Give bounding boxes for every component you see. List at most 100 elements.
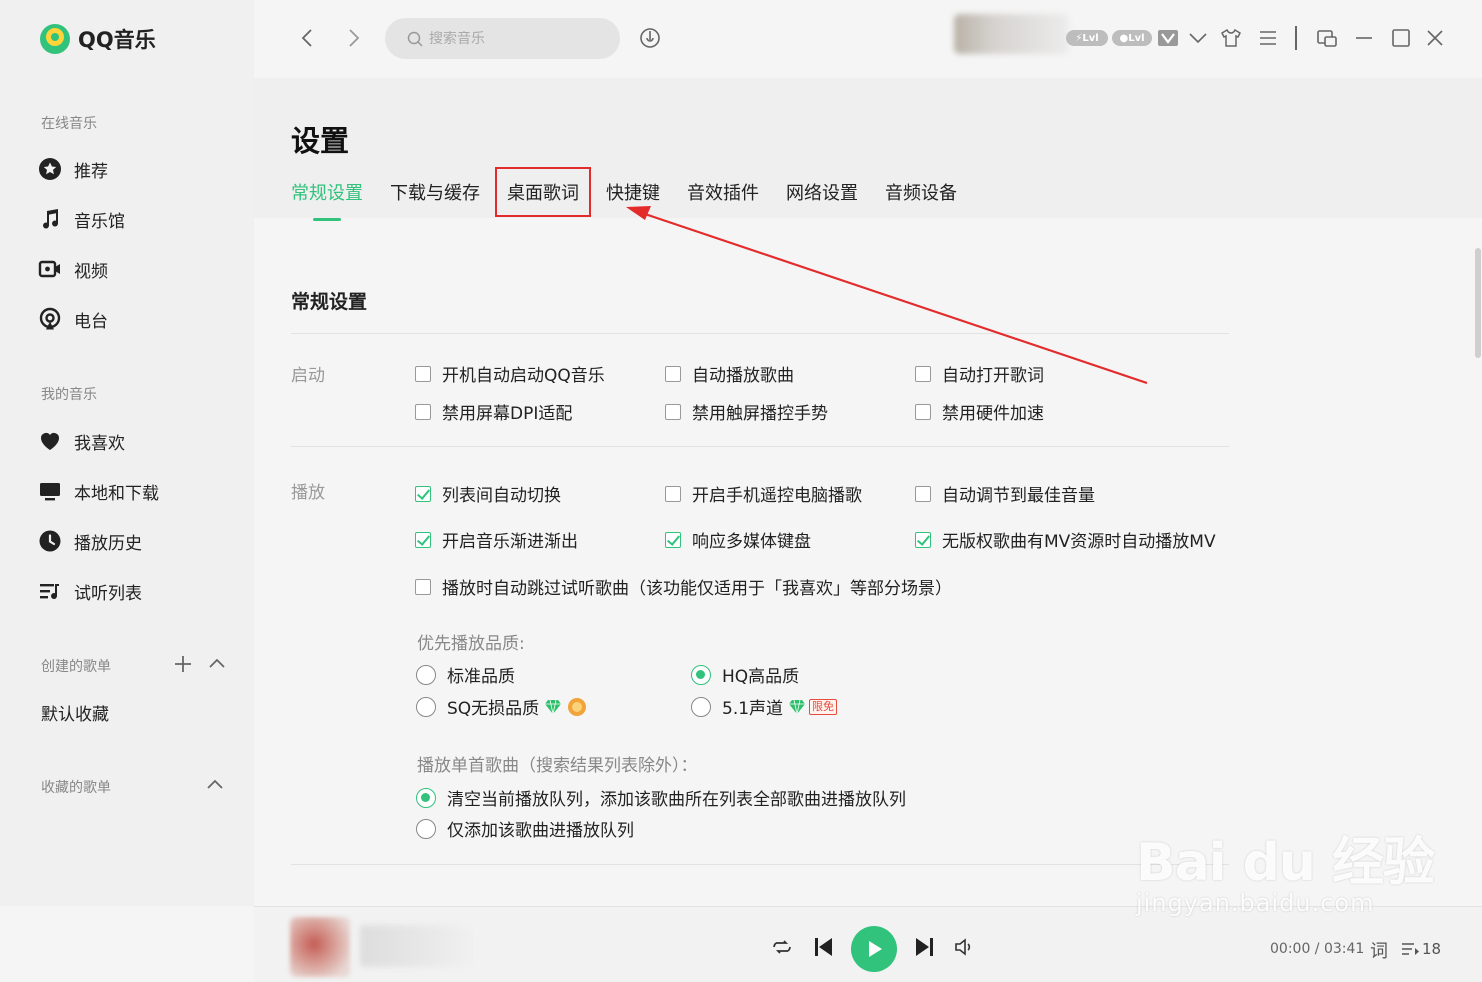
sidebar-item-favorites[interactable]: 我喜欢 <box>38 428 125 454</box>
tab-download-cache[interactable]: 下载与缓存 <box>390 179 480 205</box>
single-replace-queue[interactable]: 清空当前播放队列，添加该歌曲所在列表全部歌曲进播放队列 <box>416 785 906 810</box>
checkbox[interactable] <box>665 365 681 382</box>
option-disable-dpi[interactable]: 禁用屏幕DPI适配 <box>415 399 572 424</box>
gold-medal-icon <box>568 697 587 716</box>
quality-sq[interactable]: SQ无损品质 <box>416 694 587 719</box>
option-auto-play-mv[interactable]: 无版权歌曲有MV资源时自动播放MV <box>915 527 1216 552</box>
forward-arrow-icon[interactable] <box>341 26 365 50</box>
checkbox-checked[interactable] <box>415 531 431 548</box>
radio-selected[interactable] <box>691 664 711 685</box>
option-auto-volume[interactable]: 自动调节到最佳音量 <box>915 481 1095 506</box>
playlist-item-default[interactable]: 默认收藏 <box>41 700 109 725</box>
previous-icon[interactable] <box>811 935 835 959</box>
tab-audio-device[interactable]: 音频设备 <box>885 179 957 205</box>
qq-music-logo-icon <box>40 24 70 54</box>
sidebar-item-local-download[interactable]: 本地和下载 <box>38 478 159 504</box>
back-arrow-icon[interactable] <box>296 26 320 50</box>
quality-5-1[interactable]: 5.1声道 限免 <box>691 694 838 719</box>
option-media-keys[interactable]: 响应多媒体键盘 <box>665 527 811 552</box>
section-title-my-music: 我的音乐 <box>41 387 97 403</box>
vip-icon[interactable] <box>1156 26 1180 50</box>
chevron-up-icon[interactable] <box>206 776 224 794</box>
checkbox[interactable] <box>915 485 931 502</box>
scrollbar-thumb[interactable] <box>1475 248 1481 358</box>
close-icon[interactable] <box>1423 26 1447 50</box>
minimize-icon[interactable] <box>1352 26 1376 50</box>
loop-icon[interactable] <box>770 935 794 959</box>
tab-network[interactable]: 网络设置 <box>786 179 858 205</box>
plus-icon[interactable] <box>174 655 192 673</box>
checkbox[interactable] <box>665 403 681 420</box>
quality-hq[interactable]: HQ高品质 <box>691 662 799 687</box>
top-bar: ⚡ Lvl ● Lvl <box>254 0 1482 78</box>
green-diamond-icon <box>545 699 562 714</box>
tab-shortcuts[interactable]: 快捷键 <box>606 179 660 205</box>
option-auto-play[interactable]: 自动播放歌曲 <box>665 361 794 386</box>
divider <box>291 446 1229 447</box>
option-auto-open-lyrics[interactable]: 自动打开歌词 <box>915 361 1044 386</box>
checkbox[interactable] <box>415 365 431 382</box>
radio[interactable] <box>691 696 711 717</box>
tab-general[interactable]: 常规设置 <box>291 179 363 221</box>
chevron-up-icon[interactable] <box>208 655 226 673</box>
option-auto-launch[interactable]: 开机自动启动QQ音乐 <box>415 361 605 386</box>
sidebar-item-radio[interactable]: 电台 <box>38 306 108 332</box>
free-limited-badge: 限免 <box>809 698 838 715</box>
sidebar-item-trial-list[interactable]: 试听列表 <box>38 578 142 604</box>
radio[interactable] <box>416 818 436 839</box>
voice-search-icon[interactable] <box>638 26 662 50</box>
mini-mode-icon[interactable] <box>1315 26 1339 50</box>
section-title-created-playlists: 创建的歌单 <box>41 659 111 675</box>
checkbox[interactable] <box>665 485 681 502</box>
checkbox[interactable] <box>415 403 431 420</box>
svip-level-badge[interactable]: ● Lvl <box>1112 30 1152 46</box>
sidebar-item-video[interactable]: 视频 <box>38 256 108 282</box>
option-disable-touch-gesture[interactable]: 禁用触屏播控手势 <box>665 399 828 424</box>
album-cover[interactable] <box>290 917 350 977</box>
maximize-icon[interactable] <box>1389 26 1413 50</box>
radio[interactable] <box>416 696 436 717</box>
option-skip-trial[interactable]: 播放时自动跳过试听歌曲（该功能仅适用于「我喜欢」等部分场景） <box>415 574 952 599</box>
skin-shirt-icon[interactable] <box>1219 26 1243 50</box>
single-add-only[interactable]: 仅添加该歌曲进播放队列 <box>416 816 634 841</box>
checkbox-checked[interactable] <box>915 531 931 548</box>
section-title-general: 常规设置 <box>291 291 368 313</box>
search-icon <box>407 31 423 47</box>
app-logo[interactable]: QQ音乐 <box>40 24 156 54</box>
checkbox[interactable] <box>415 578 431 595</box>
sidebar-item-recommend[interactable]: 推荐 <box>38 156 108 182</box>
vip-level-badge[interactable]: ⚡ Lvl <box>1066 30 1108 46</box>
option-fade-in-out[interactable]: 开启音乐渐进渐出 <box>415 527 578 552</box>
song-info[interactable] <box>360 925 480 967</box>
sidebar-item-music-hall[interactable]: 音乐馆 <box>38 206 125 232</box>
chevron-down-icon[interactable] <box>1186 26 1210 50</box>
quality-label: 优先播放品质: <box>417 634 525 654</box>
checkbox[interactable] <box>915 403 931 420</box>
sidebar-item-history[interactable]: 播放历史 <box>38 528 142 554</box>
checkbox[interactable] <box>915 365 931 382</box>
tab-desktop-lyrics[interactable]: 桌面歌词 <box>495 167 591 217</box>
video-icon <box>38 260 60 278</box>
next-icon[interactable] <box>913 935 937 959</box>
checkbox-checked[interactable] <box>415 485 431 502</box>
quality-standard[interactable]: 标准品质 <box>416 662 515 687</box>
section-title-online: 在线音乐 <box>41 116 97 132</box>
radio-selected[interactable] <box>416 787 436 808</box>
volume-icon[interactable] <box>952 935 976 959</box>
app-name: QQ音乐 <box>78 28 156 52</box>
play-button[interactable] <box>851 926 897 972</box>
tab-audio-plugins[interactable]: 音效插件 <box>687 179 759 205</box>
menu-icon[interactable] <box>1256 26 1280 50</box>
user-avatar[interactable] <box>954 14 1069 54</box>
lyrics-button[interactable]: 词 <box>1370 937 1388 963</box>
option-phone-remote[interactable]: 开启手机遥控电脑播歌 <box>665 481 862 506</box>
search-input[interactable] <box>429 30 599 47</box>
option-disable-hw-accel[interactable]: 禁用硬件加速 <box>915 399 1044 424</box>
playlist-icon <box>40 584 59 600</box>
play-queue-button[interactable]: 18 <box>1400 940 1441 958</box>
radio[interactable] <box>416 664 436 685</box>
search-box[interactable] <box>385 18 620 59</box>
checkbox-checked[interactable] <box>665 531 681 548</box>
divider <box>291 864 1229 865</box>
option-list-auto-switch[interactable]: 列表间自动切换 <box>415 481 561 506</box>
